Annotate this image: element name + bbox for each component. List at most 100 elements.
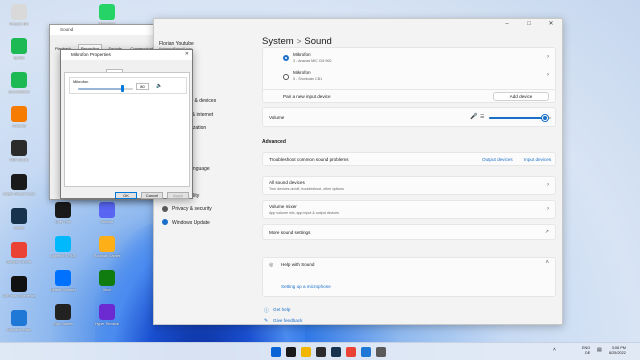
obs-icon[interactable] [316, 347, 326, 357]
level-label: Mikrofon [73, 79, 89, 84]
desktop-icon[interactable]: GeForce Experience [2, 276, 36, 298]
maximize-icon[interactable]: □ [518, 19, 540, 29]
app-icon [55, 202, 71, 218]
chevron-up-icon[interactable]: ˄ [545, 260, 549, 266]
pair-device-row: Pair a new input device Add device [262, 89, 556, 103]
desktop-icon-label: Microsoft Edge [7, 328, 31, 332]
desktop-icon[interactable]: Spotify [2, 38, 36, 60]
desktop-icon[interactable]: Xbox [90, 270, 124, 292]
desktop-icon[interactable]: Google Chrome [2, 242, 36, 264]
app-icon [11, 310, 27, 326]
desktop-icon[interactable]: Recycle Bin [2, 4, 36, 26]
globe-icon: ◎ [269, 262, 274, 268]
add-device-button[interactable]: Add device [493, 92, 549, 101]
more-sound-settings-row[interactable]: More sound settings ↗ [262, 224, 556, 240]
desktop-icon[interactable]: Ubisoft Connect [46, 270, 80, 292]
advanced-heading: Advanced [262, 139, 286, 145]
chevron-right-icon[interactable]: › [547, 72, 549, 78]
chevron-right-icon[interactable]: › [547, 182, 549, 188]
desktop-icon[interactable]: Audacity [2, 106, 36, 128]
desktop-icon-label: Unity Hub [55, 220, 71, 224]
app-icon [55, 304, 71, 320]
desktop-icon[interactable]: Unity Hub [46, 202, 80, 224]
edge-icon[interactable] [361, 347, 371, 357]
close-icon[interactable]: ✕ [185, 51, 189, 57]
cancel-button[interactable]: Cancel [141, 192, 163, 199]
app-icon [99, 270, 115, 286]
desktop-icon[interactable]: Logitech G HUB [46, 236, 80, 258]
setup-microphone-link[interactable]: Setting up a microphone [281, 284, 331, 289]
speaker-icon[interactable]: 🔈 [156, 83, 162, 89]
output-devices-link[interactable]: Output devices [482, 157, 513, 162]
desktop-icon-label: Discord [100, 220, 114, 224]
level-meter-icon: ☰ [480, 114, 485, 120]
desktop-icon[interactable]: Elgato Stream Deck [2, 174, 36, 196]
minimize-icon[interactable]: – [496, 19, 518, 29]
external-link-icon[interactable]: ↗ [545, 229, 549, 235]
close-icon[interactable]: ✕ [540, 19, 562, 29]
device-2-name: Mikrofon [293, 70, 311, 75]
file-explorer-icon[interactable] [301, 347, 311, 357]
volume-slider[interactable] [489, 115, 551, 121]
windows-start-icon[interactable] [271, 347, 281, 357]
chevron-right-icon[interactable]: › [547, 54, 549, 60]
desktop-icon[interactable]: Discord [90, 202, 124, 224]
mic-level-slider-thumb[interactable] [120, 85, 124, 92]
input-devices-link[interactable]: Input devices [524, 157, 551, 162]
desktop-icon[interactable]: Steam [2, 208, 36, 230]
desktop-icon-label: Rockstar Games [93, 254, 121, 258]
nav-item[interactable]: Windows Update [162, 218, 210, 228]
desktop-icon[interactable]: WhatsApp [90, 4, 124, 26]
desktop-icon-label: Spotify [13, 56, 25, 60]
tray-chevron-icon[interactable]: ˄ [553, 347, 556, 353]
device-radio-1[interactable] [283, 55, 289, 61]
breadcrumb-system[interactable]: System [262, 36, 294, 47]
app-icon [99, 4, 115, 20]
volume-mixer-title: Volume mixer [269, 204, 297, 209]
desktop-icon-label: OBS Studio [9, 158, 29, 162]
clock[interactable]: 3:08 PM 8/25/2022 [609, 346, 626, 355]
app-icon [11, 174, 27, 190]
desktop-icon[interactable]: Rockstar Games [90, 236, 124, 258]
desktop-icon-label: SoundSwitch [8, 90, 30, 94]
mic-level-slider[interactable] [78, 85, 133, 92]
device-radio-2[interactable] [283, 74, 289, 80]
get-help-link[interactable]: Get help [273, 307, 290, 312]
settings-window[interactable]: – □ ✕ Florian Youtube floriansy@gmail.co… [153, 18, 563, 325]
pair-device-label: Pair a new input device [283, 94, 331, 99]
desktop-icon-label: Ubisoft Connect [50, 288, 76, 292]
chevron-right-icon[interactable]: › [547, 206, 549, 212]
steam-icon[interactable] [331, 347, 341, 357]
search-icon[interactable] [286, 347, 296, 357]
network-icon[interactable]: ▤ [597, 347, 602, 353]
nav-item[interactable]: Privacy & security [162, 204, 212, 214]
language-indicator[interactable]: ENG DE [582, 346, 590, 355]
volume-mixer-row[interactable]: Volume mixer App volume mix, app input &… [262, 200, 556, 219]
desktop-icon[interactable]: SoundSwitch [2, 72, 36, 94]
volume-slider-thumb[interactable] [541, 115, 548, 121]
desktop-icon[interactable]: Microsoft Edge [2, 310, 36, 332]
chrome-icon[interactable] [346, 347, 356, 357]
app-icon [55, 236, 71, 252]
levels-panel: Mikrofon 80 🔈 [64, 72, 190, 187]
app-icon [11, 242, 27, 258]
apply-button[interactable]: Apply [167, 192, 189, 199]
app-icon [99, 202, 115, 218]
troubleshoot-row: Troubleshoot common sound problems Outpu… [262, 152, 556, 166]
taskbar: ˄ ENG DE ▤ 3:08 PM 8/25/2022 [0, 342, 640, 360]
give-feedback-link[interactable]: Give feedback [273, 318, 302, 323]
desktop-icon[interactable]: Epic Games [46, 304, 80, 326]
ok-button[interactable]: OK [115, 192, 137, 199]
mic-properties-dialog[interactable]: Mikrofon Properties ✕ General Listen Lev… [60, 49, 193, 199]
microphone-icon[interactable]: 🎤 [470, 113, 477, 120]
settings-icon[interactable] [376, 347, 386, 357]
app-icon [11, 106, 27, 122]
all-sound-devices-row[interactable]: All sound devices Turn devices on/off, t… [262, 176, 556, 195]
volume-mixer-sub: App volume mix, app input & output devic… [269, 211, 339, 215]
desktop-icon[interactable]: Hyper Terminal [90, 304, 124, 326]
app-icon [11, 276, 27, 292]
nav-item-icon [162, 205, 168, 212]
feedback-icon: ✎ [264, 318, 269, 324]
desktop-icon[interactable]: OBS Studio [2, 140, 36, 162]
mic-level-value[interactable]: 80 [136, 83, 149, 90]
